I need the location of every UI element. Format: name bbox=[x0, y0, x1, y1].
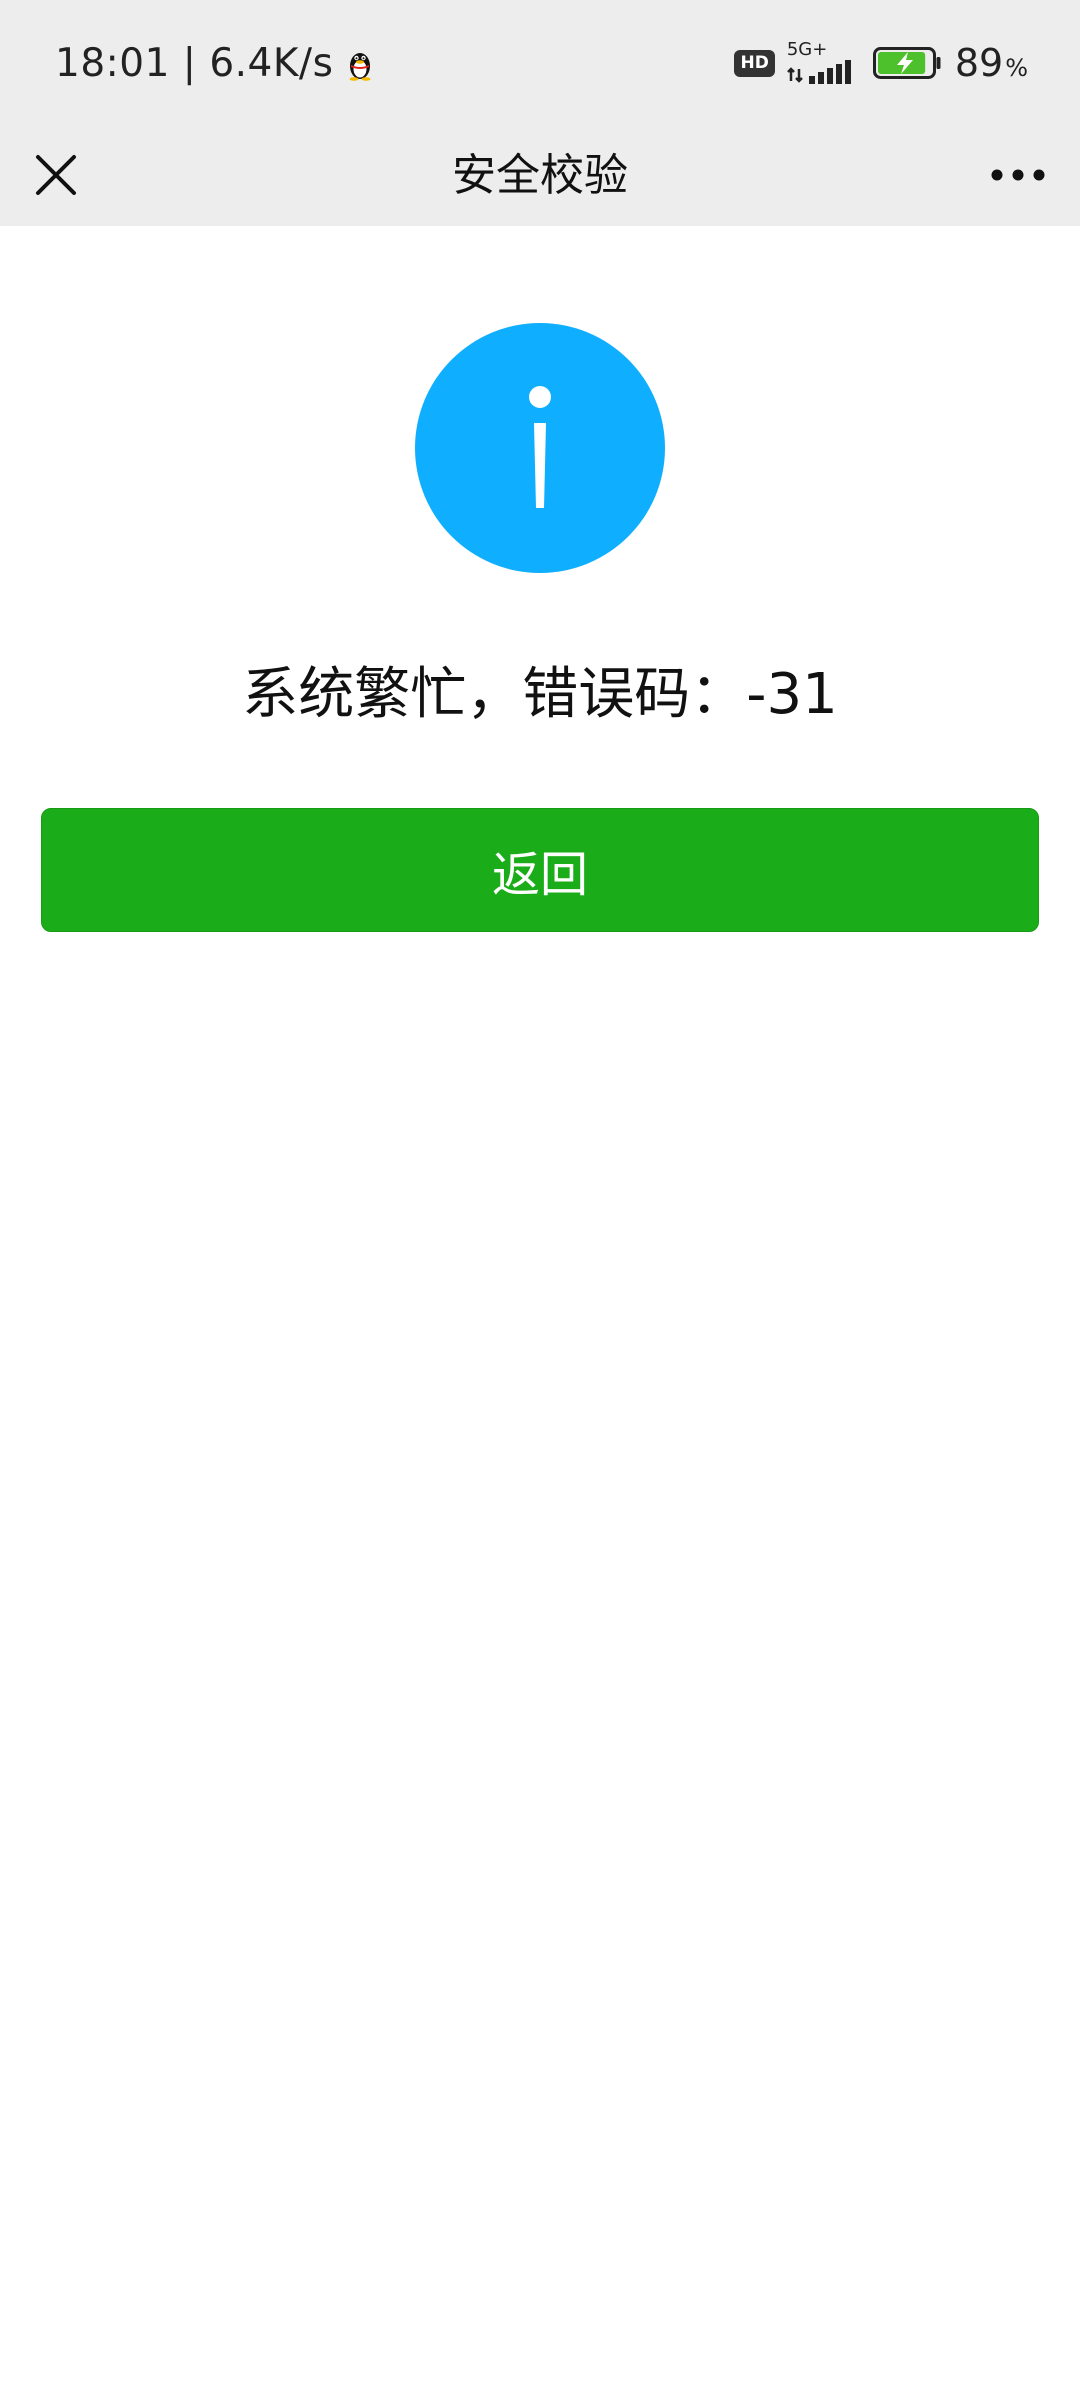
network-label: 5G+ bbox=[786, 39, 828, 60]
nav-bar: 安全校验 bbox=[0, 125, 1080, 226]
status-bar: 18:01 | 6.4K/s HD 5G+ 89 % bbox=[0, 0, 1080, 125]
battery-icon bbox=[872, 47, 943, 79]
more-icon[interactable] bbox=[990, 168, 1046, 182]
status-right: HD 5G+ 89 % bbox=[734, 36, 1028, 90]
status-left: 18:01 | 6.4K/s bbox=[55, 36, 375, 90]
signal-icon bbox=[786, 60, 851, 84]
network-indicator: 5G+ bbox=[787, 41, 859, 85]
back-button-label: 返回 bbox=[491, 847, 588, 903]
battery-percent-value: 89 bbox=[954, 41, 1004, 85]
more-button[interactable] bbox=[978, 143, 1058, 207]
battery-percent: 89 % bbox=[955, 41, 1028, 85]
battery-percent-unit: % bbox=[1005, 54, 1028, 82]
hd-badge: HD bbox=[734, 49, 775, 77]
qq-penguin-icon bbox=[345, 46, 375, 81]
back-button[interactable]: 返回 bbox=[41, 808, 1039, 932]
status-time-speed: 18:01 | 6.4K/s bbox=[55, 40, 334, 86]
info-icon bbox=[415, 323, 665, 573]
error-message: 系统繁忙，错误码：-31 bbox=[242, 662, 838, 727]
page-title: 安全校验 bbox=[452, 150, 628, 201]
